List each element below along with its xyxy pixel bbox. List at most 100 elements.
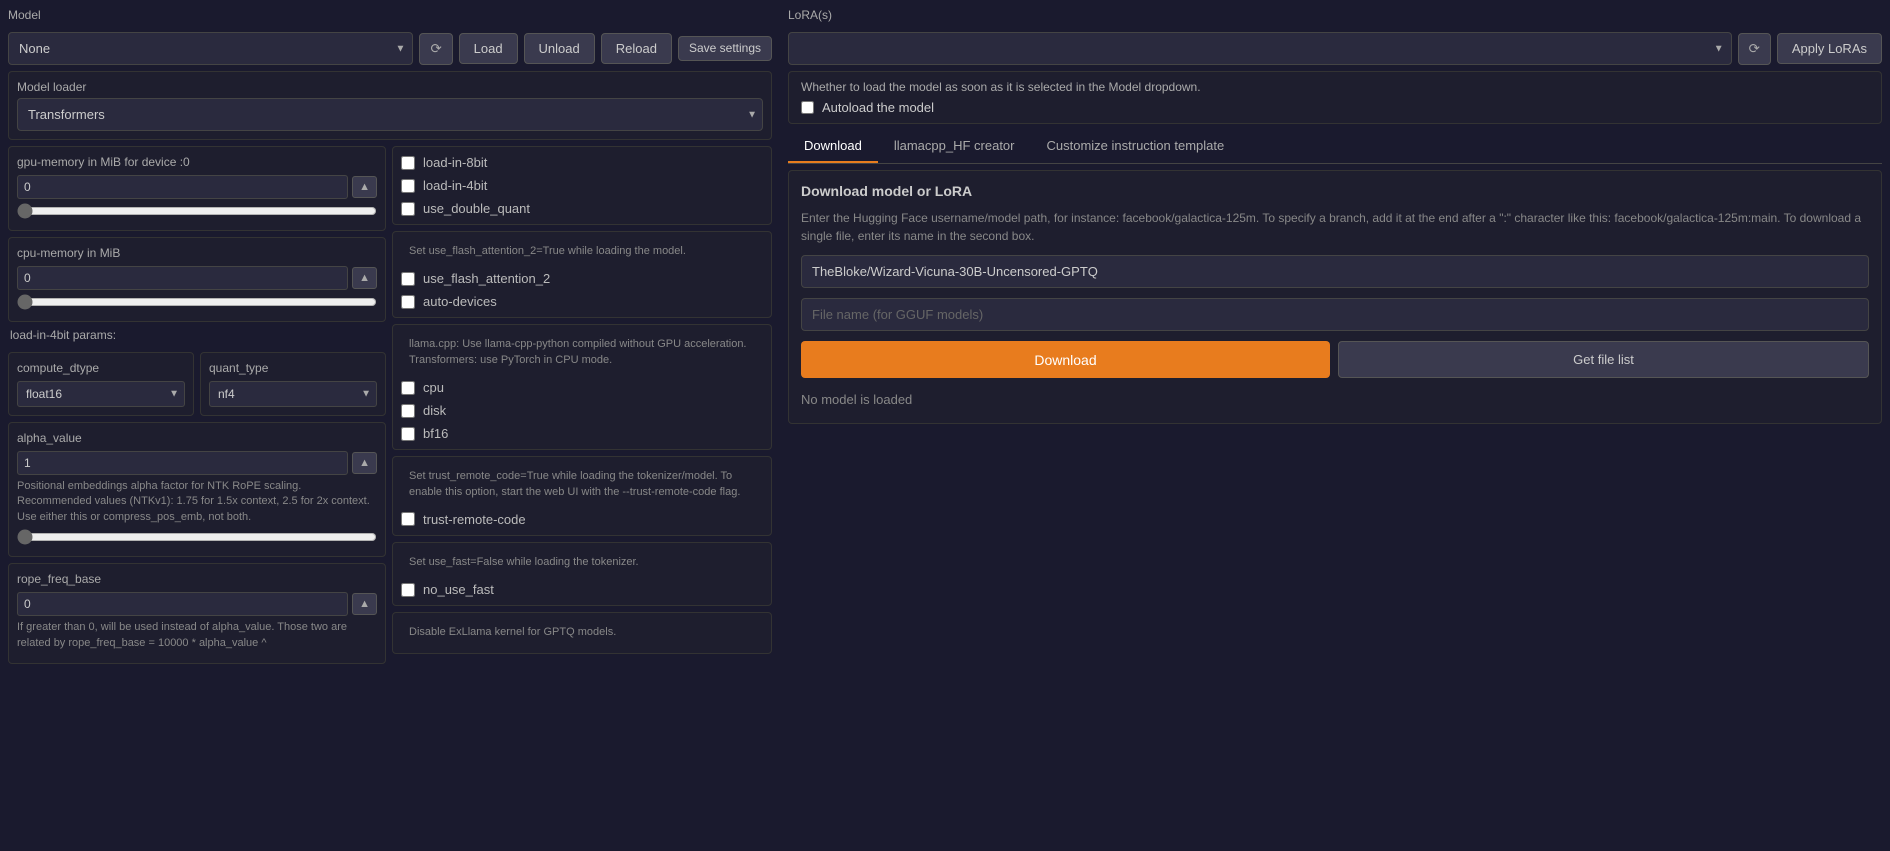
disk-label: disk — [423, 403, 446, 418]
checkbox-group-1: load-in-8bit load-in-4bit use_double_qua… — [392, 146, 772, 225]
apply-loras-button[interactable]: Apply LoRAs — [1777, 33, 1882, 64]
auto-devices-checkbox[interactable] — [401, 295, 415, 309]
alpha-value-slider[interactable] — [17, 529, 377, 545]
use-flash-attention-2-checkbox[interactable] — [401, 272, 415, 286]
tab-llamacpp-hf[interactable]: llamacpp_HF creator — [878, 130, 1031, 163]
gpu-memory-spinner[interactable]: ▲ — [352, 176, 377, 198]
load-in-8bit-label: load-in-8bit — [423, 155, 487, 170]
compute-dtype-label: compute_dtype — [17, 361, 185, 375]
exllama-info: Disable ExLlama kernel for GPTQ models. — [401, 621, 763, 644]
cpu-memory-spinner[interactable]: ▲ — [352, 267, 377, 289]
lora-section: ▼ ⟳ Apply LoRAs — [788, 32, 1882, 65]
rope-freq-base-spinner[interactable]: ▲ — [352, 593, 377, 615]
lora-refresh-button[interactable]: ⟳ — [1738, 33, 1771, 65]
trust-remote-group: Set trust_remote_code=True while loading… — [392, 456, 772, 536]
get-file-list-button[interactable]: Get file list — [1338, 341, 1869, 378]
use-double-quant-checkbox[interactable] — [401, 202, 415, 216]
rope-freq-base-desc: If greater than 0, will be used instead … — [17, 620, 377, 651]
quant-type-select-wrap: nf4 fp4 ▼ — [209, 381, 377, 407]
gpu-memory-input[interactable] — [17, 175, 348, 199]
load-in-8bit-item: load-in-8bit — [401, 155, 763, 170]
cpu-memory-input[interactable] — [17, 266, 348, 290]
tabs-row: Download llamacpp_HF creator Customize i… — [788, 130, 1882, 164]
download-button[interactable]: Download — [801, 341, 1330, 378]
alpha-value-input[interactable] — [17, 451, 348, 475]
cpu-memory-box: cpu-memory in MiB ▲ — [8, 237, 386, 322]
no-use-fast-label: no_use_fast — [423, 582, 494, 597]
gpu-memory-box: gpu-memory in MiB for device :0 ▲ — [8, 146, 386, 231]
load-in-4bit-label: load-in-4bit — [423, 178, 487, 193]
compute-dtype-box: compute_dtype float16 bfloat16 float32 ▼ — [8, 352, 194, 416]
use-flash-attention-item: use_flash_attention_2 — [401, 271, 763, 286]
disk-item: disk — [401, 403, 763, 418]
model-loader-label: Model loader — [17, 80, 763, 94]
filename-input[interactable] — [801, 298, 1869, 331]
cpu-item: cpu — [401, 380, 763, 395]
model-dropdown-wrap: None ▼ — [8, 32, 413, 65]
download-buttons: Download Get file list — [801, 341, 1869, 378]
unload-button[interactable]: Unload — [524, 33, 595, 64]
tab-customize[interactable]: Customize instruction template — [1030, 130, 1240, 163]
reload-button[interactable]: Reload — [601, 33, 672, 64]
autoload-model-label: Autoload the model — [822, 100, 934, 115]
load-in-4bit-params-label: load-in-4bit params: — [8, 328, 386, 342]
alpha-value-spinner[interactable]: ▲ — [352, 452, 377, 474]
no-use-fast-group: Set use_fast=False while loading the tok… — [392, 542, 772, 606]
quant-type-select[interactable]: nf4 fp4 — [209, 381, 377, 407]
rope-freq-base-label: rope_freq_base — [17, 572, 377, 586]
cpu-memory-label: cpu-memory in MiB — [17, 246, 377, 260]
bf16-label: bf16 — [423, 426, 448, 441]
model-dropdown[interactable]: None — [8, 32, 413, 65]
cpu-disk-bf16-group: llama.cpp: Use llama-cpp-python compiled… — [392, 324, 772, 450]
gpu-memory-slider[interactable] — [17, 203, 377, 219]
no-use-fast-checkbox[interactable] — [401, 583, 415, 597]
exllama-group: Disable ExLlama kernel for GPTQ models. — [392, 612, 772, 653]
cpu-label: cpu — [423, 380, 444, 395]
no-model-status: No model is loaded — [801, 388, 1869, 411]
use-double-quant-label: use_double_quant — [423, 201, 530, 216]
load-in-4bit-item: load-in-4bit — [401, 178, 763, 193]
trust-remote-code-label: trust-remote-code — [423, 512, 526, 527]
trust-remote-info: Set trust_remote_code=True while loading… — [401, 465, 763, 504]
lora-dropdown-wrap: ▼ — [788, 32, 1732, 65]
trust-remote-code-checkbox[interactable] — [401, 512, 415, 526]
autoload-info-text: Whether to load the model as soon as it … — [801, 80, 1201, 94]
load-button[interactable]: Load — [459, 33, 518, 64]
rope-freq-base-section: rope_freq_base ▲ If greater than 0, will… — [8, 563, 386, 664]
llama-cpp-info: llama.cpp: Use llama-cpp-python compiled… — [401, 333, 763, 372]
flash-attention-group: Set use_flash_attention_2=True while loa… — [392, 231, 772, 318]
no-use-fast-info: Set use_fast=False while loading the tok… — [401, 551, 763, 574]
cpu-checkbox[interactable] — [401, 381, 415, 395]
download-title: Download model or LoRA — [801, 183, 1869, 199]
alpha-value-section: alpha_value ▲ Positional embeddings alph… — [8, 422, 386, 557]
model-loader-wrap: Transformers ▼ — [17, 98, 763, 131]
use-flash-attention-2-label: use_flash_attention_2 — [423, 271, 550, 286]
autoload-model-checkbox[interactable] — [801, 101, 814, 114]
quant-type-box: quant_type nf4 fp4 ▼ — [200, 352, 386, 416]
load-in-8bit-checkbox[interactable] — [401, 156, 415, 170]
download-desc: Enter the Hugging Face username/model pa… — [801, 209, 1869, 245]
model-loader-dropdown[interactable]: Transformers — [17, 98, 763, 131]
auto-devices-item: auto-devices — [401, 294, 763, 309]
trust-remote-code-item: trust-remote-code — [401, 512, 763, 527]
model-refresh-button[interactable]: ⟳ — [419, 33, 452, 65]
save-settings-button[interactable]: Save settings — [678, 36, 772, 62]
use-double-quant-item: use_double_quant — [401, 201, 763, 216]
disk-checkbox[interactable] — [401, 404, 415, 418]
load-in-4bit-checkbox[interactable] — [401, 179, 415, 193]
no-use-fast-item: no_use_fast — [401, 582, 763, 597]
model-label: Model — [8, 8, 772, 22]
download-panel: Download model or LoRA Enter the Hugging… — [788, 170, 1882, 424]
flash-attention-info: Set use_flash_attention_2=True while loa… — [401, 240, 763, 263]
compute-dtype-select[interactable]: float16 bfloat16 float32 — [17, 381, 185, 407]
compute-dtype-select-wrap: float16 bfloat16 float32 ▼ — [17, 381, 185, 407]
tab-download[interactable]: Download — [788, 130, 878, 163]
bf16-checkbox[interactable] — [401, 427, 415, 441]
cpu-memory-slider[interactable] — [17, 294, 377, 310]
model-path-input[interactable] — [801, 255, 1869, 288]
auto-devices-label: auto-devices — [423, 294, 497, 309]
bf16-item: bf16 — [401, 426, 763, 441]
rope-freq-base-input[interactable] — [17, 592, 348, 616]
lora-dropdown[interactable] — [788, 32, 1732, 65]
gpu-memory-label: gpu-memory in MiB for device :0 — [17, 155, 377, 169]
